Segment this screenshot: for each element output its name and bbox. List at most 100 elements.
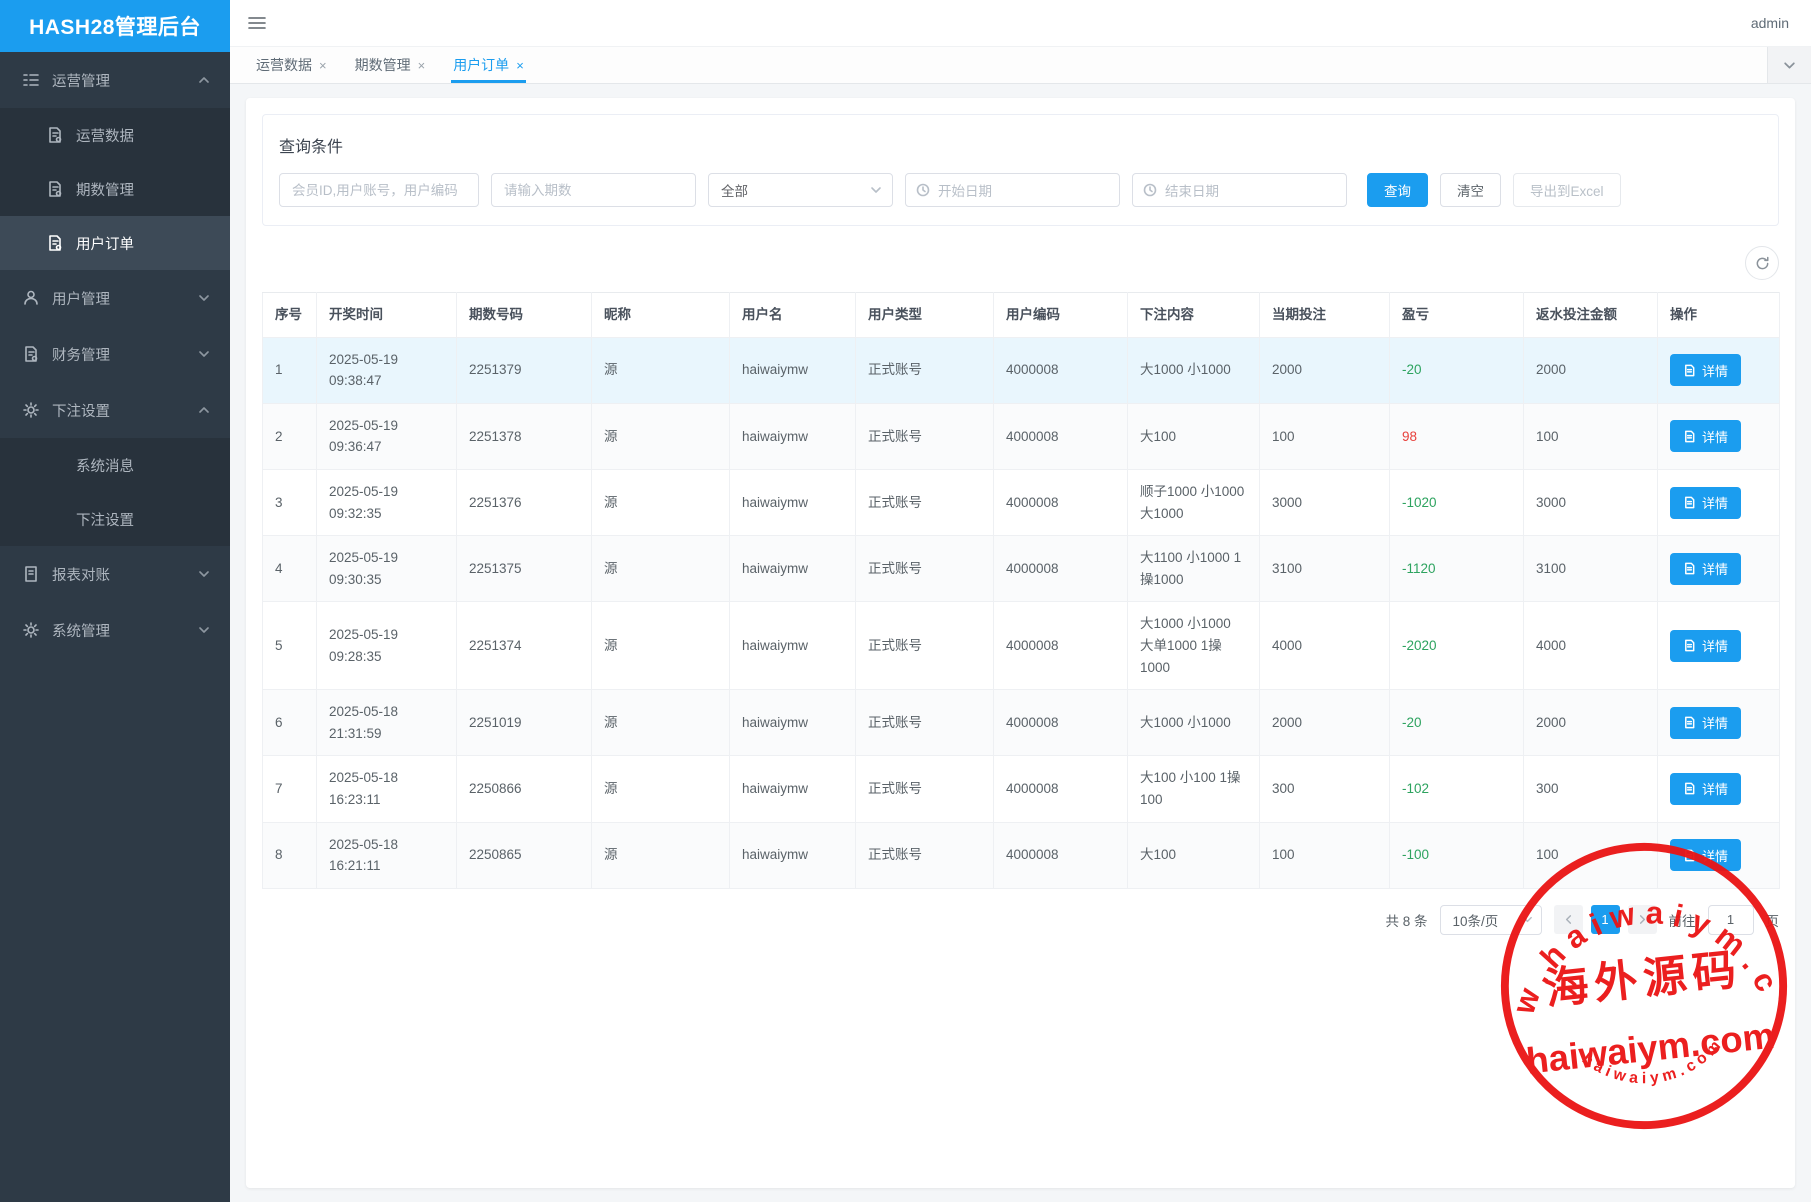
col-header-username: 用户名 bbox=[730, 293, 856, 338]
cell-nickname: 源 bbox=[592, 756, 730, 822]
table-row: 2 2025-05-19 09:36:47 2251378 源 haiwaiym… bbox=[263, 403, 1780, 469]
goto-page-input[interactable] bbox=[1708, 905, 1754, 935]
refresh-icon bbox=[1755, 256, 1770, 271]
cell-username: haiwaiymw bbox=[730, 602, 856, 690]
detail-button[interactable]: 详情 bbox=[1670, 553, 1741, 585]
cell-pnl: -2020 bbox=[1390, 602, 1524, 690]
cell-action: 详情 bbox=[1658, 602, 1780, 690]
orders-table: 序号 开奖时间 期数号码 昵称 用户名 用户类型 用户编码 下注内容 当期投注 … bbox=[262, 292, 1780, 889]
col-header-seq: 序号 bbox=[263, 293, 317, 338]
cell-bet-content: 大100 小100 1操100 bbox=[1128, 756, 1260, 822]
detail-button[interactable]: 详情 bbox=[1670, 487, 1741, 519]
detail-button[interactable]: 详情 bbox=[1670, 839, 1741, 871]
sidebar-item-label: 期数管理 bbox=[76, 179, 134, 200]
user-type-selected-value: 全部 bbox=[721, 180, 748, 200]
tab-label: 运营数据 bbox=[256, 55, 312, 75]
cell-bet-content: 顺子1000 小1000 大1000 bbox=[1128, 469, 1260, 535]
close-icon[interactable]: × bbox=[418, 59, 426, 72]
clock-icon bbox=[1143, 183, 1157, 197]
sidebar-item-finance-manage[interactable]: 财务管理 bbox=[0, 326, 230, 382]
cell-draw-time: 2025-05-18 16:21:11 bbox=[317, 822, 457, 888]
sidebar-item-system-manage[interactable]: 系统管理 bbox=[0, 602, 230, 658]
sidebar-item-bet-settings-group[interactable]: 下注设置 bbox=[0, 382, 230, 438]
cell-bet-content: 大100 bbox=[1128, 403, 1260, 469]
detail-button[interactable]: 详情 bbox=[1670, 420, 1741, 452]
cell-user-code: 4000008 bbox=[994, 536, 1128, 602]
cell-username: haiwaiymw bbox=[730, 756, 856, 822]
detail-button[interactable]: 详情 bbox=[1670, 354, 1741, 386]
document-gear-icon bbox=[22, 345, 40, 363]
close-icon[interactable]: × bbox=[516, 59, 524, 72]
sidebar-item-user-manage[interactable]: 用户管理 bbox=[0, 270, 230, 326]
tab-user-orders[interactable]: 用户订单 × bbox=[439, 47, 538, 83]
cell-bet-amount: 3000 bbox=[1260, 469, 1390, 535]
cell-rebate: 300 bbox=[1524, 756, 1658, 822]
start-date-input[interactable]: 开始日期 bbox=[905, 173, 1120, 207]
sidebar-item-user-orders[interactable]: 用户订单 bbox=[0, 216, 230, 270]
sidebar-item-period-manage[interactable]: 期数管理 bbox=[0, 162, 230, 216]
cell-pnl: -20 bbox=[1390, 690, 1524, 756]
sidebar-item-operation-manage[interactable]: 运营管理 bbox=[0, 52, 230, 108]
prev-page-button[interactable] bbox=[1554, 905, 1583, 934]
chevron-down-icon bbox=[198, 348, 210, 360]
search-panel: 查询条件 全部 开始日期 bbox=[262, 114, 1779, 226]
clear-button[interactable]: 清空 bbox=[1440, 173, 1501, 207]
sidebar-item-system-message[interactable]: 系统消息 bbox=[0, 438, 230, 492]
sidebar-item-operation-data[interactable]: 运营数据 bbox=[0, 108, 230, 162]
cell-nickname: 源 bbox=[592, 469, 730, 535]
start-date-placeholder: 开始日期 bbox=[938, 180, 992, 200]
cell-period: 2250866 bbox=[457, 756, 592, 822]
sidebar-item-bet-settings[interactable]: 下注设置 bbox=[0, 492, 230, 546]
chevron-down-icon bbox=[1522, 914, 1533, 925]
cell-user-type: 正式账号 bbox=[856, 469, 994, 535]
cell-user-type: 正式账号 bbox=[856, 337, 994, 403]
cell-action: 详情 bbox=[1658, 690, 1780, 756]
detail-button[interactable]: 详情 bbox=[1670, 707, 1741, 739]
cell-nickname: 源 bbox=[592, 536, 730, 602]
logged-in-user[interactable]: admin bbox=[1751, 15, 1789, 31]
detail-button[interactable]: 详情 bbox=[1670, 630, 1741, 662]
table-toolbar bbox=[262, 246, 1779, 280]
sidebar-item-label: 系统消息 bbox=[76, 455, 134, 476]
document-gear-icon bbox=[46, 180, 64, 198]
next-page-button[interactable] bbox=[1628, 905, 1657, 934]
detail-button[interactable]: 详情 bbox=[1670, 773, 1741, 805]
cell-seq: 1 bbox=[263, 337, 317, 403]
col-header-user-type: 用户类型 bbox=[856, 293, 994, 338]
refresh-button[interactable] bbox=[1745, 246, 1779, 280]
cell-user-type: 正式账号 bbox=[856, 756, 994, 822]
list-icon bbox=[22, 71, 40, 89]
member-search-input[interactable] bbox=[279, 173, 479, 207]
tab-operation-data[interactable]: 运营数据 × bbox=[242, 47, 341, 83]
submenu-operation: 运营数据 期数管理 用户订单 bbox=[0, 108, 230, 270]
gear-icon bbox=[22, 621, 40, 639]
chevron-up-icon bbox=[198, 404, 210, 416]
table-row: 7 2025-05-18 16:23:11 2250866 源 haiwaiym… bbox=[263, 756, 1780, 822]
cell-user-code: 4000008 bbox=[994, 690, 1128, 756]
user-type-select[interactable]: 全部 bbox=[708, 173, 893, 207]
cell-username: haiwaiymw bbox=[730, 469, 856, 535]
period-search-input[interactable] bbox=[491, 173, 696, 207]
close-icon[interactable]: × bbox=[319, 59, 327, 72]
pager: 1 bbox=[1554, 905, 1657, 934]
cell-bet-amount: 3100 bbox=[1260, 536, 1390, 602]
sidebar-item-label: 运营管理 bbox=[52, 70, 110, 91]
cell-user-code: 4000008 bbox=[994, 756, 1128, 822]
chevron-left-icon bbox=[1563, 914, 1574, 925]
cell-rebate: 100 bbox=[1524, 403, 1658, 469]
search-panel-title: 查询条件 bbox=[279, 133, 1762, 157]
export-excel-button[interactable]: 导出到Excel bbox=[1513, 173, 1621, 207]
hamburger-icon[interactable] bbox=[246, 12, 268, 34]
page-size-select[interactable]: 10条/页 bbox=[1440, 905, 1542, 935]
sidebar-item-label: 用户管理 bbox=[52, 288, 110, 309]
current-page-button[interactable]: 1 bbox=[1591, 905, 1620, 934]
cell-rebate: 2000 bbox=[1524, 337, 1658, 403]
sidebar-item-report-check[interactable]: 报表对账 bbox=[0, 546, 230, 602]
end-date-input[interactable]: 结束日期 bbox=[1132, 173, 1347, 207]
detail-button-label: 详情 bbox=[1702, 779, 1728, 798]
chevron-down-icon bbox=[1783, 59, 1796, 72]
tab-options-button[interactable] bbox=[1767, 47, 1811, 83]
tab-period-manage[interactable]: 期数管理 × bbox=[341, 47, 440, 83]
cell-period: 2251375 bbox=[457, 536, 592, 602]
query-button[interactable]: 查询 bbox=[1367, 173, 1428, 207]
